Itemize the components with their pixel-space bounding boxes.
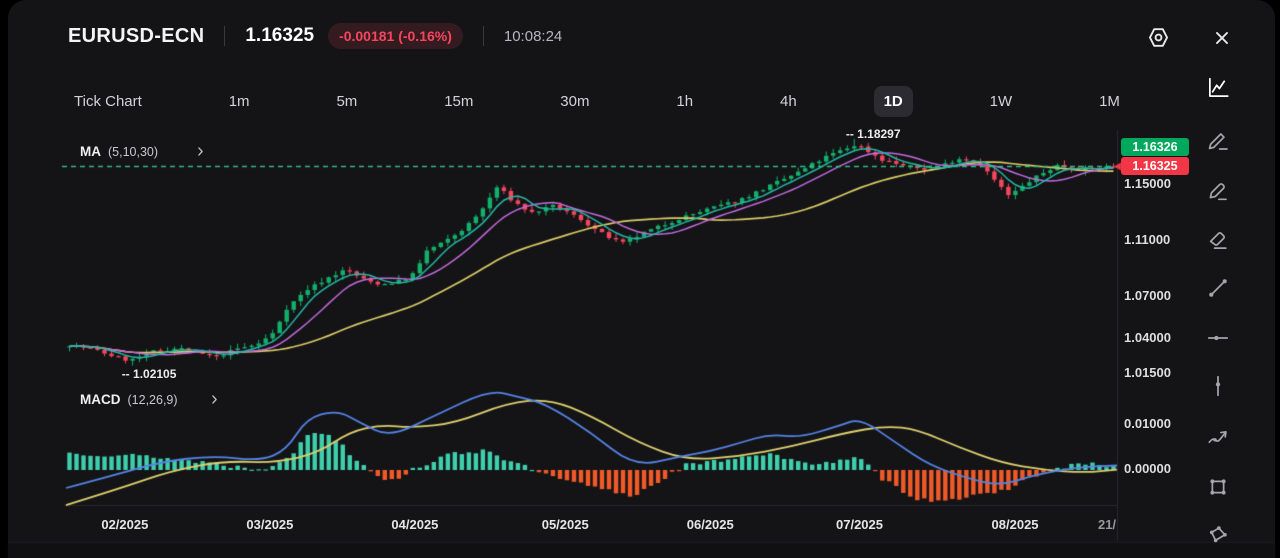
chevron-right-icon xyxy=(194,145,207,158)
clock: 10:08:24 xyxy=(504,28,562,45)
horizontal-line-icon xyxy=(1205,325,1231,351)
vertical-line-icon xyxy=(1205,373,1231,399)
timeframe-bar: Tick Chart 1m 5m 15m 30m 1h 4h 1D 1W 1M xyxy=(64,80,1130,122)
x-axis-label: 08/2025 xyxy=(992,517,1039,532)
tool-eraser[interactable] xyxy=(1203,224,1233,254)
macd-tick: 0.01000 xyxy=(1124,416,1171,431)
low-price-annotation: -- 1.02105 xyxy=(122,367,177,381)
tool-trend-line[interactable] xyxy=(1203,273,1233,303)
timeframe-1m[interactable]: 1m xyxy=(219,86,260,117)
price-tick: 1.07000 xyxy=(1124,288,1171,303)
macd-indicator-legend[interactable]: MACD (12,26,9) xyxy=(80,392,221,407)
tool-vertical-line[interactable] xyxy=(1203,371,1233,401)
timeframe-tick-chart[interactable]: Tick Chart xyxy=(64,86,152,117)
tool-line-chart[interactable] xyxy=(1203,73,1233,103)
price-tick: 1.11000 xyxy=(1124,232,1170,247)
header: EURUSD-ECN 1.16325 -0.00181 (-0.16%) 10:… xyxy=(68,0,562,72)
timeframe-5m[interactable]: 5m xyxy=(326,86,367,117)
ma-label: MA xyxy=(80,144,101,159)
x-axis-label: 03/2025 xyxy=(246,517,293,532)
eraser-icon xyxy=(1205,226,1231,252)
trend-line-icon xyxy=(1205,275,1231,301)
timeframe-1m[interactable]: 1M xyxy=(1089,86,1130,117)
timeframe-1w[interactable]: 1W xyxy=(980,86,1023,117)
pencil-icon xyxy=(1205,127,1231,153)
tool-rectangle[interactable] xyxy=(1203,472,1233,502)
settings-button[interactable] xyxy=(1145,24,1172,54)
timeframe-1d[interactable]: 1D xyxy=(874,86,913,117)
x-axis-label: 07/2025 xyxy=(836,517,883,532)
gear-icon xyxy=(1145,39,1172,54)
line-chart-icon xyxy=(1205,75,1231,101)
symbol-title: EURUSD-ECN xyxy=(68,25,204,48)
bid-price-badge: 1.16325 xyxy=(1121,157,1189,175)
x-axis-label: 21/ xyxy=(1098,517,1116,532)
last-price: 1.16325 xyxy=(245,25,314,47)
tool-pencil[interactable] xyxy=(1203,125,1233,155)
tool-wave-arrow[interactable] xyxy=(1203,422,1233,452)
chevron-right-icon xyxy=(208,393,221,406)
trading-app: EURUSD-ECN 1.16325 -0.00181 (-0.16%) 10:… xyxy=(0,0,1280,558)
marker-icon xyxy=(1205,177,1231,203)
price-tick: 1.01500 xyxy=(1124,365,1171,380)
x-axis-label: 02/2025 xyxy=(101,517,148,532)
close-button[interactable] xyxy=(1211,27,1233,52)
header-divider xyxy=(483,26,484,46)
ask-price-badge: 1.16326 xyxy=(1121,138,1189,156)
x-axis-label: 05/2025 xyxy=(542,517,589,532)
macd-tick: 0.00000 xyxy=(1124,461,1171,476)
timeframe-30m[interactable]: 30m xyxy=(550,86,599,117)
price-change-badge: -0.00181 (-0.16%) xyxy=(328,23,463,49)
tool-polygon[interactable] xyxy=(1203,520,1233,550)
macd-label: MACD xyxy=(80,392,121,407)
timeframe-15m[interactable]: 15m xyxy=(434,86,483,117)
macd-params: (12,26,9) xyxy=(128,393,178,407)
tool-horizontal-line[interactable] xyxy=(1203,323,1233,353)
ma-params: (5,10,30) xyxy=(108,145,158,159)
tool-marker[interactable] xyxy=(1203,175,1233,205)
price-tick: 1.15000 xyxy=(1124,176,1171,191)
x-axis-label: 04/2025 xyxy=(391,517,438,532)
close-icon xyxy=(1211,37,1233,52)
x-axis-label: 06/2025 xyxy=(687,517,734,532)
timeframe-1h[interactable]: 1h xyxy=(666,86,703,117)
timeframe-4h[interactable]: 4h xyxy=(770,86,807,117)
high-price-annotation: -- 1.18297 xyxy=(846,127,901,141)
ma-indicator-legend[interactable]: MA (5,10,30) xyxy=(80,144,207,159)
price-tick: 1.04000 xyxy=(1124,330,1171,345)
polygon-icon xyxy=(1205,522,1231,548)
header-divider xyxy=(224,26,225,46)
wave-arrow-icon xyxy=(1205,424,1231,450)
rectangle-icon xyxy=(1205,474,1231,500)
